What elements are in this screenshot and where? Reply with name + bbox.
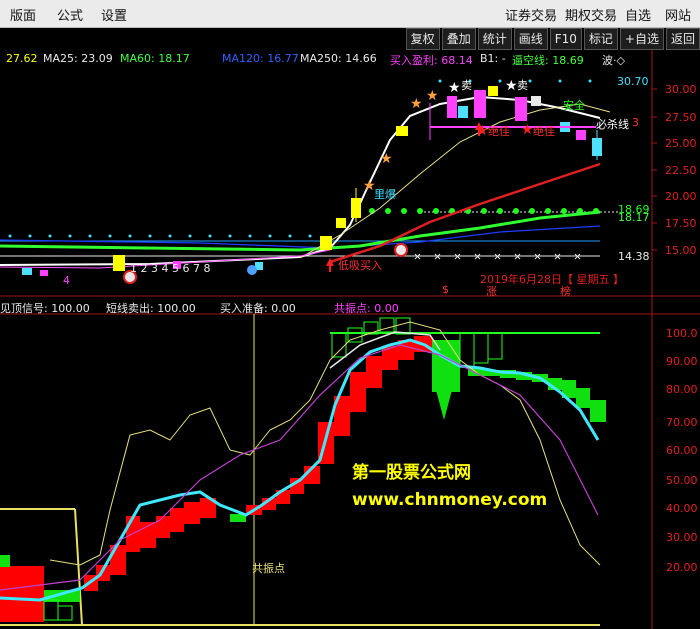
resonance-point-label: 共振点	[252, 562, 285, 575]
bottom-left-label: 4	[63, 274, 70, 287]
tick-sequence-label: 1 2 3 4 5 6 7 8	[130, 262, 211, 275]
laxis-80: 80.00	[666, 383, 698, 396]
ma25-line	[0, 95, 601, 266]
signal-short-sell: 短线卖出: 100.00	[106, 302, 196, 315]
axis-27-5: 27.50	[665, 111, 697, 124]
laxis-90: 90.00	[666, 355, 698, 368]
bottom-marker-board: 榜	[560, 285, 571, 298]
svg-text:★: ★	[505, 78, 518, 94]
best-label-2: 绝佳	[533, 125, 555, 138]
signal-peak: 见顶信号: 100.00	[0, 302, 90, 315]
short-line-dots	[369, 208, 599, 214]
laxis-70: 70.00	[666, 416, 698, 429]
axis-25: 25.00	[665, 137, 697, 150]
sell-label-2: 卖	[517, 79, 528, 92]
strong-gain-label: 里爆	[374, 188, 396, 201]
bottom-marker-rise: 涨	[486, 285, 497, 298]
baseline-dots	[8, 234, 312, 238]
svg-text:★: ★	[380, 151, 393, 167]
axis-22-5: 22.50	[665, 164, 697, 177]
bottom-marker-dollar: $	[442, 283, 449, 296]
axis-17-5: 17.50	[665, 217, 697, 230]
svg-text:★: ★	[448, 80, 461, 96]
svg-text:★: ★	[410, 96, 423, 112]
watermark-url: www.chnmoney.com	[352, 490, 548, 510]
sell-label: 卖	[461, 79, 472, 92]
marker-high: 30.70	[617, 75, 649, 88]
lower-panel	[0, 314, 606, 626]
laxis-30: 30.00	[666, 531, 698, 544]
bottom-note-label: 低吸买入	[338, 259, 382, 272]
svg-text:★: ★	[426, 88, 439, 104]
watermark-title: 第一股票公式网	[352, 463, 471, 483]
axis-20: 20.00	[665, 190, 697, 203]
date-label: 2019年6月28日【 星期五 】	[480, 273, 624, 286]
must-kill-label: 必杀线	[596, 118, 629, 131]
laxis-20: 20.00	[666, 561, 698, 574]
safe-label: 安全	[563, 99, 585, 112]
signal-buy-ready: 买入准备: 0.00	[220, 302, 296, 315]
laxis-50: 50.00	[666, 474, 698, 487]
axis-15: 15.00	[665, 244, 697, 257]
laxis-100: 100.0	[666, 327, 698, 340]
marker-low: 14.38	[618, 250, 650, 263]
signal-resonance: 共振点: 0.00	[334, 302, 399, 315]
cut-3-label: 3	[632, 116, 639, 129]
best-label-1: 绝佳	[488, 125, 510, 138]
svg-text:★: ★	[521, 122, 534, 138]
axis-30: 30.00	[665, 83, 697, 96]
laxis-40: 40.00	[666, 502, 698, 515]
laxis-60: 60.00	[666, 444, 698, 457]
marker-level2: 18.17	[618, 211, 650, 224]
